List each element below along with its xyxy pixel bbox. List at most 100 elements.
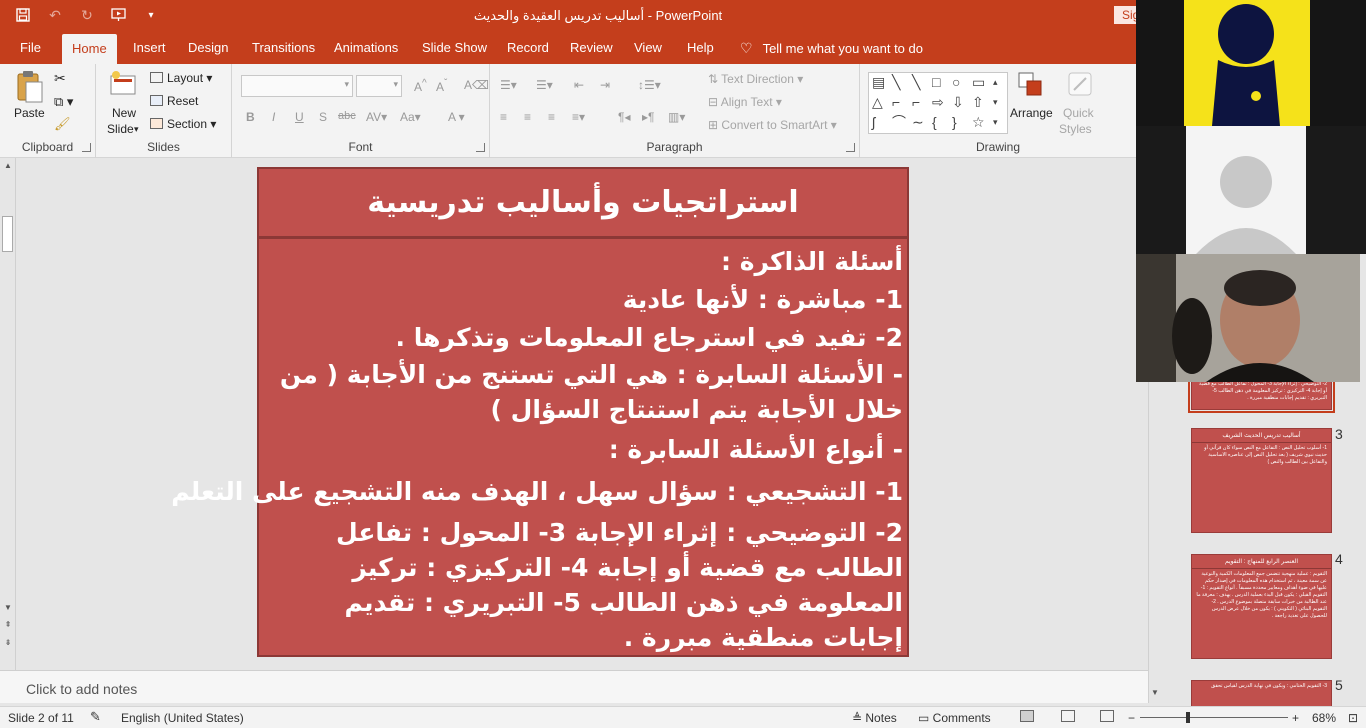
new-slide-icon[interactable] <box>108 70 140 102</box>
italic-icon[interactable]: I <box>272 110 275 124</box>
right-arrow-shape-icon[interactable]: ⇨ <box>932 95 944 109</box>
line-spacing-icon[interactable]: ↕☰▾ <box>638 78 661 92</box>
section-button[interactable]: Section ▾ <box>150 117 216 131</box>
bullets-icon[interactable]: ☰▾ <box>500 78 517 92</box>
thumbs-scroll-down-icon[interactable]: ▼ <box>1150 688 1160 697</box>
slide-thumbnail-4[interactable]: العنصر الرابع للمنهاج : التقويم التقويم … <box>1191 554 1332 659</box>
down-arrow-shape-icon[interactable]: ⇩ <box>952 95 964 109</box>
reset-button[interactable]: Reset <box>150 94 198 108</box>
line2-shape-icon[interactable]: ╲ <box>912 75 920 89</box>
text-direction-button[interactable]: ⇅ Text Direction ▾ <box>708 72 803 86</box>
quick-styles-label-2[interactable]: Styles <box>1059 122 1092 136</box>
notes-placeholder[interactable]: Click to add notes <box>26 681 137 697</box>
slide-counter[interactable]: Slide 2 of 11 <box>8 711 74 725</box>
change-case-icon[interactable]: Aa▾ <box>400 110 421 124</box>
align-text-button[interactable]: ⊟ Align Text ▾ <box>708 95 782 109</box>
slide-title[interactable]: استراتجيات وأساليب تدريسية <box>259 169 907 239</box>
new-slide-label-1[interactable]: New <box>112 106 136 120</box>
arrange-icon[interactable] <box>1016 70 1048 102</box>
font-launcher-icon[interactable] <box>476 143 485 152</box>
curve-shape-icon[interactable]: ∼ <box>912 115 924 129</box>
character-spacing-icon[interactable]: AV▾ <box>366 110 387 124</box>
elbow2-connector-icon[interactable]: ⌐ <box>912 95 920 109</box>
copy-icon[interactable]: ⧉ ▾ <box>54 94 73 110</box>
gallery-down-icon[interactable]: ▾ <box>993 95 998 109</box>
quick-styles-label-1[interactable]: Quick <box>1063 106 1094 120</box>
bold-icon[interactable]: B <box>246 110 255 124</box>
tab-home[interactable]: Home <box>62 34 117 64</box>
decrease-indent-icon[interactable]: ⇤ <box>574 78 584 92</box>
font-name-combo[interactable] <box>241 75 353 97</box>
align-right-icon[interactable]: ≡ <box>548 110 555 124</box>
new-slide-dropdown-icon[interactable]: ▾ <box>134 124 139 135</box>
increase-indent-icon[interactable]: ⇥ <box>600 78 610 92</box>
scroll-down-icon[interactable]: ▼ <box>3 603 13 612</box>
oval-shape-icon[interactable]: ○ <box>952 75 960 89</box>
shapes-gallery[interactable]: ▤ ╲ ╲ □ ○ ▭ △ ⌐ ⌐ ⇨ ⇩ ⇧ ʃ ⌒ ∼ { } ☆ ▴ ▾ <box>868 72 1008 134</box>
language-indicator[interactable]: English (United States) <box>121 711 244 725</box>
cut-icon[interactable]: ✂ <box>54 70 66 87</box>
notes-toggle[interactable]: ≜ Notes <box>852 711 897 725</box>
slide-thumbnail-3[interactable]: أساليب تدريس الحديث الشريف 1- أسلوب تحلي… <box>1191 428 1332 533</box>
right-brace-shape-icon[interactable]: } <box>952 115 957 129</box>
strikethrough-icon[interactable]: abc <box>338 110 356 122</box>
current-slide[interactable]: استراتجيات وأساليب تدريسية أسئلة الذاكرة… <box>171 167 909 657</box>
arc-shape-icon[interactable]: ⌒ <box>892 115 906 129</box>
layout-button[interactable]: Layout ▾ <box>150 71 212 85</box>
zoom-level[interactable]: 68% <box>1312 711 1336 725</box>
columns-icon[interactable]: ▥▾ <box>668 110 685 124</box>
tab-file[interactable]: File <box>20 32 41 64</box>
gallery-more-icon[interactable]: ▾ <box>993 115 998 129</box>
up-arrow-shape-icon[interactable]: ⇧ <box>972 95 984 109</box>
paste-label[interactable]: Paste <box>14 106 45 120</box>
justify-icon[interactable]: ≡▾ <box>572 110 585 124</box>
freeform-shape-icon[interactable]: ʃ <box>872 115 875 129</box>
tab-review[interactable]: Review <box>570 32 613 64</box>
fit-to-window-icon[interactable]: ⊡ <box>1348 711 1358 725</box>
new-slide-label-2[interactable]: Slide <box>107 122 134 136</box>
slide-thumbnail-2[interactable]: 2- التوضيحي : إثراء الإجابة 3- المحول : … <box>1188 377 1335 413</box>
next-slide-icon[interactable]: ⇟ <box>3 638 13 647</box>
format-painter-icon[interactable]: 🖌 <box>54 116 71 132</box>
shadow-icon[interactable]: S <box>319 110 327 124</box>
tab-record[interactable]: Record <box>507 32 549 64</box>
left-brace-shape-icon[interactable]: { <box>932 115 937 129</box>
zoom-out-icon[interactable]: − <box>1128 711 1135 725</box>
font-size-combo[interactable] <box>356 75 402 97</box>
triangle-shape-icon[interactable]: △ <box>872 95 883 109</box>
normal-view-icon[interactable] <box>1020 710 1034 722</box>
align-center-icon[interactable]: ≡ <box>524 110 531 124</box>
rectangle-shape-icon[interactable]: □ <box>932 75 940 89</box>
rounded-rect-shape-icon[interactable]: ▭ <box>972 75 985 89</box>
convert-smartart-button[interactable]: ⊞ Convert to SmartArt ▾ <box>708 118 837 132</box>
tab-design[interactable]: Design <box>188 32 228 64</box>
zoom-slider-knob[interactable] <box>1185 712 1190 723</box>
zoom-slider[interactable] <box>1140 717 1288 718</box>
spelling-check-icon[interactable]: ✎ <box>90 709 101 725</box>
align-left-icon[interactable]: ≡ <box>500 110 507 124</box>
quick-styles-icon[interactable] <box>1066 70 1098 102</box>
slide-sorter-icon[interactable] <box>1061 710 1075 722</box>
clear-formatting-icon[interactable]: A⌫ <box>464 78 489 92</box>
scroll-thumb[interactable] <box>2 216 13 252</box>
paragraph-launcher-icon[interactable] <box>846 143 855 152</box>
comments-toggle[interactable]: ▭ Comments <box>918 711 991 725</box>
clipboard-launcher-icon[interactable] <box>82 143 91 152</box>
slide-body[interactable]: أسئلة الذاكرة : 1- مباشرة : لأنها عادية … <box>171 243 903 655</box>
tab-help[interactable]: Help <box>687 32 714 64</box>
notes-pane[interactable]: Click to add notes <box>0 670 1148 703</box>
reading-view-icon[interactable] <box>1100 710 1114 722</box>
tab-slide-show[interactable]: Slide Show <box>422 32 487 64</box>
paste-icon[interactable] <box>14 70 46 103</box>
line-shape-icon[interactable]: ╲ <box>892 75 900 89</box>
arrange-label[interactable]: Arrange <box>1010 106 1053 120</box>
font-color-icon[interactable]: A ▾ <box>448 110 465 124</box>
gallery-up-icon[interactable]: ▴ <box>993 75 998 89</box>
tab-view[interactable]: View <box>634 32 662 64</box>
numbering-icon[interactable]: ☰▾ <box>536 78 553 92</box>
tell-me-search[interactable]: ♡ Tell me what you want to do <box>740 32 923 64</box>
tab-insert[interactable]: Insert <box>133 32 166 64</box>
scroll-up-icon[interactable]: ▲ <box>3 161 13 170</box>
tab-animations[interactable]: Animations <box>334 32 398 64</box>
ltr-icon[interactable]: ▸¶ <box>642 110 654 124</box>
